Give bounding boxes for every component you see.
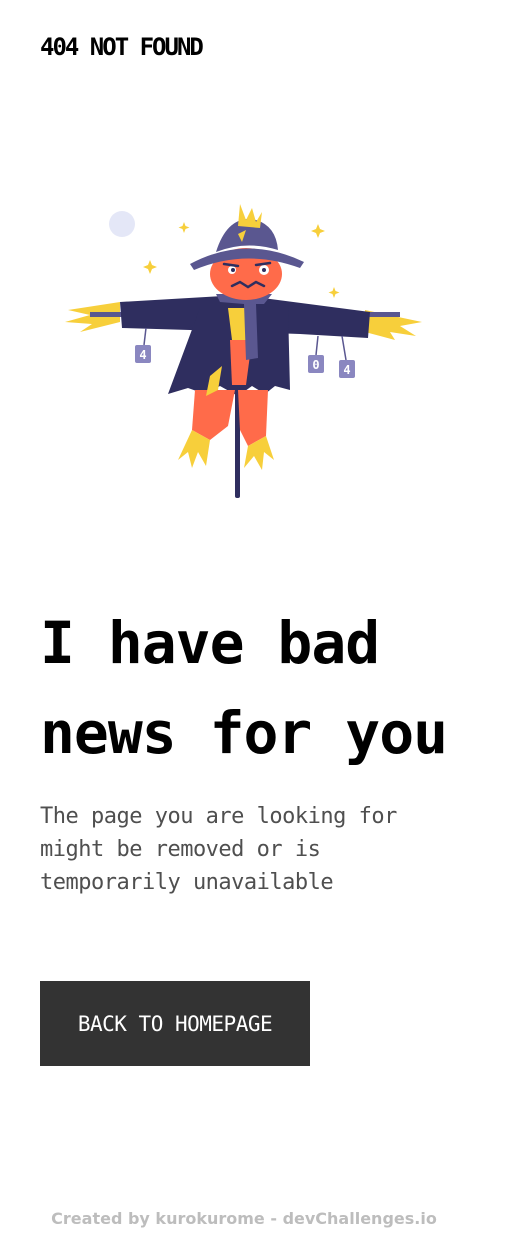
author-link[interactable]: kurokurome [155,1209,264,1228]
moon-icon [109,211,135,237]
headline: I have bad news for you [40,609,448,767]
footer: Created by kurokurome - devChallenges.io [0,1208,488,1230]
can-label-right: 4 [343,363,350,377]
site-link[interactable]: devChallenges.io [283,1209,437,1228]
can-label-middle: 0 [312,358,319,372]
site-brand: 404 NOT FOUND [40,33,204,61]
scarecrow-illustration: 4 0 4 [65,204,422,498]
can-label-left: 4 [139,348,146,362]
footer-prefix: Created by [51,1209,156,1228]
footer-separator: - [264,1209,283,1228]
back-to-homepage-button[interactable]: BACK TO HOMEPAGE [40,981,310,1066]
error-message: The page you are looking for might be re… [40,804,397,895]
